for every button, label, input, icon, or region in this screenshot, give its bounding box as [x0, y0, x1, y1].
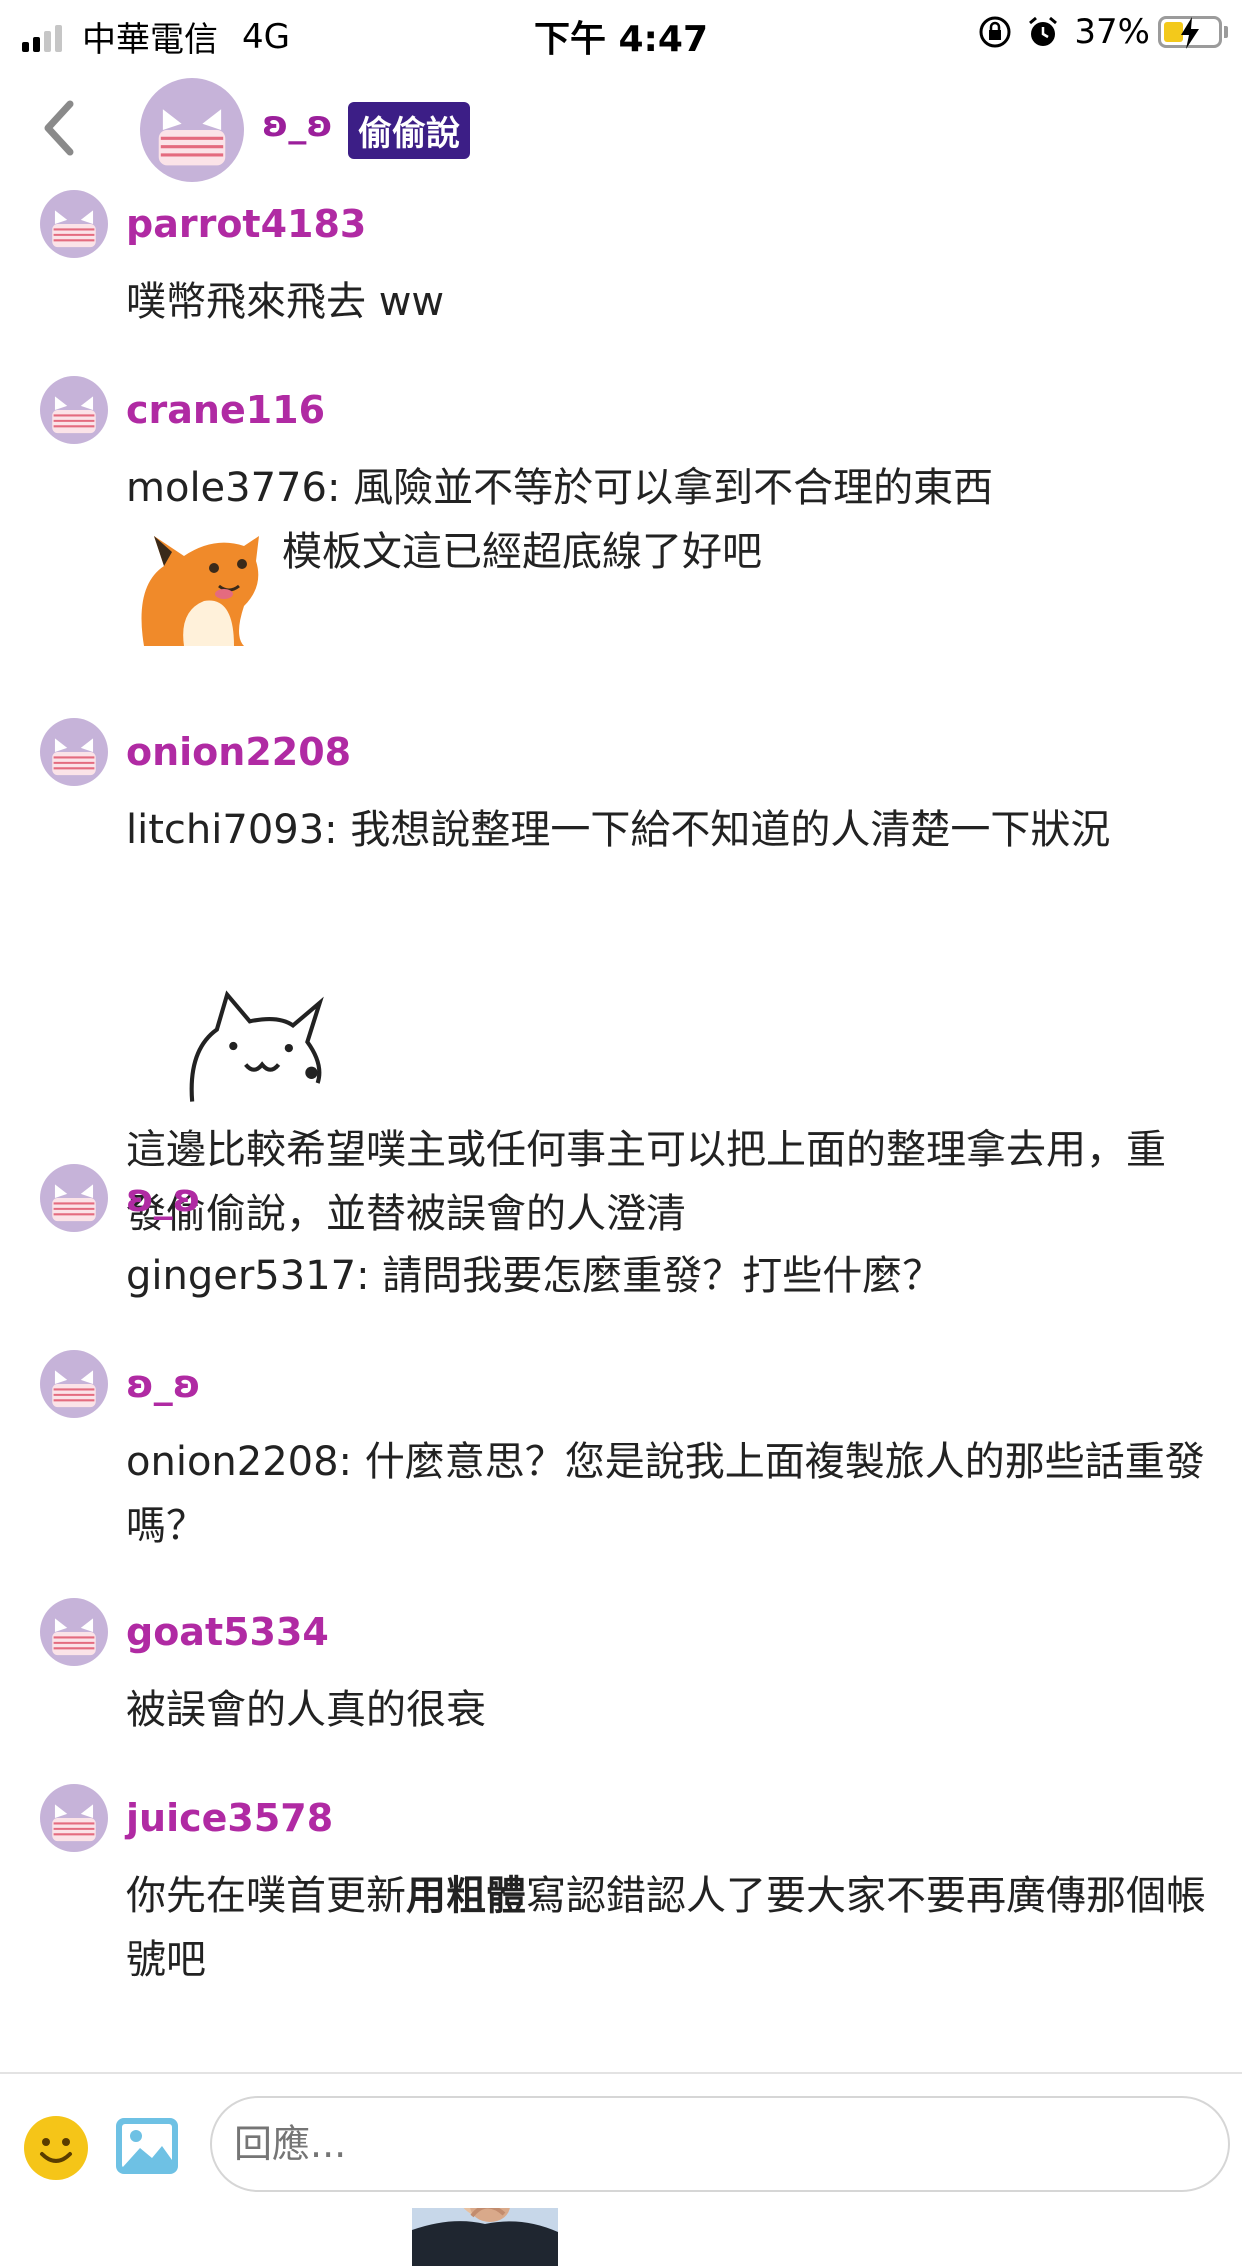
comment-text: 被誤會的人真的很衰 — [126, 1687, 486, 1733]
comment-text: 這邊比較希望噗主或任何事主可以把上面的整理拿去用，重發偷偷說，並替被誤會的人澄清 — [126, 1127, 1166, 1237]
comment-username[interactable]: goat5334 — [126, 1610, 329, 1654]
avatar[interactable] — [40, 1598, 108, 1666]
comment-username[interactable]: ʚ_ʚ — [126, 1176, 201, 1220]
comment-text: 噗幣飛來飛去 ww — [126, 279, 445, 325]
alarm-icon — [1029, 16, 1058, 46]
status-right: 37% — [978, 12, 1228, 52]
avatar[interactable] — [40, 1350, 108, 1418]
status-bar: 中華電信 4G 下午 4:47 37% — [0, 0, 1242, 62]
image-upload-icon[interactable] — [114, 2116, 180, 2176]
comment-username[interactable]: ʚ_ʚ — [126, 1362, 201, 1406]
reply-input[interactable] — [210, 2096, 1230, 2192]
avatar[interactable] — [40, 1784, 108, 1852]
avatar[interactable] — [40, 718, 108, 786]
battery-icon — [1158, 16, 1228, 49]
plurk-header: ʚ_ʚ 偷偷說 — [0, 62, 1242, 194]
poster-username[interactable]: ʚ_ʚ — [262, 104, 333, 145]
orientation-lock-icon — [979, 16, 1011, 48]
comment-username[interactable]: parrot4183 — [126, 202, 366, 246]
comment-text: onion2208: 什麼意思？您是說我上面複製旅人的那些話重發嗎？ — [126, 1439, 1205, 1549]
avatar[interactable] — [40, 376, 108, 444]
cat-sticker-image — [189, 990, 324, 1102]
comment-username[interactable]: crane116 — [126, 388, 325, 432]
avatar[interactable] — [40, 1164, 108, 1232]
comment-text-bold: 用粗體 — [406, 1873, 526, 1919]
comment-username[interactable]: juice3578 — [126, 1796, 333, 1840]
comment-text: ginger5317: 請問我要怎麼重發？打些什麼？ — [126, 1253, 943, 1299]
avatar[interactable] — [140, 78, 244, 182]
fox-sticker-image — [141, 536, 259, 646]
comment-text: 模板文這已經超底線了好吧 — [282, 529, 762, 575]
emoji-icon[interactable] — [22, 2114, 90, 2182]
comment-text: litchi7093: 我想說整理一下給不知道的人清楚一下狀況 — [126, 807, 1111, 853]
avatar[interactable] — [40, 190, 108, 258]
comment-text: mole3776: 風險並不等於可以拿到不合理的東西 — [126, 465, 994, 511]
battery-percent: 37% — [1074, 12, 1150, 52]
comment-text: 你先在噗首更新用粗體寫認錯認人了要大家不要再廣傳那個帳號吧 — [126, 1864, 1206, 1992]
comment-text-plain: 你先在噗首更新 — [126, 1873, 406, 1919]
reply-bar — [0, 2072, 1242, 2208]
comment-username[interactable]: onion2208 — [126, 730, 351, 774]
back-icon[interactable] — [36, 98, 84, 158]
whisper-badge: 偷偷說 — [348, 102, 470, 159]
